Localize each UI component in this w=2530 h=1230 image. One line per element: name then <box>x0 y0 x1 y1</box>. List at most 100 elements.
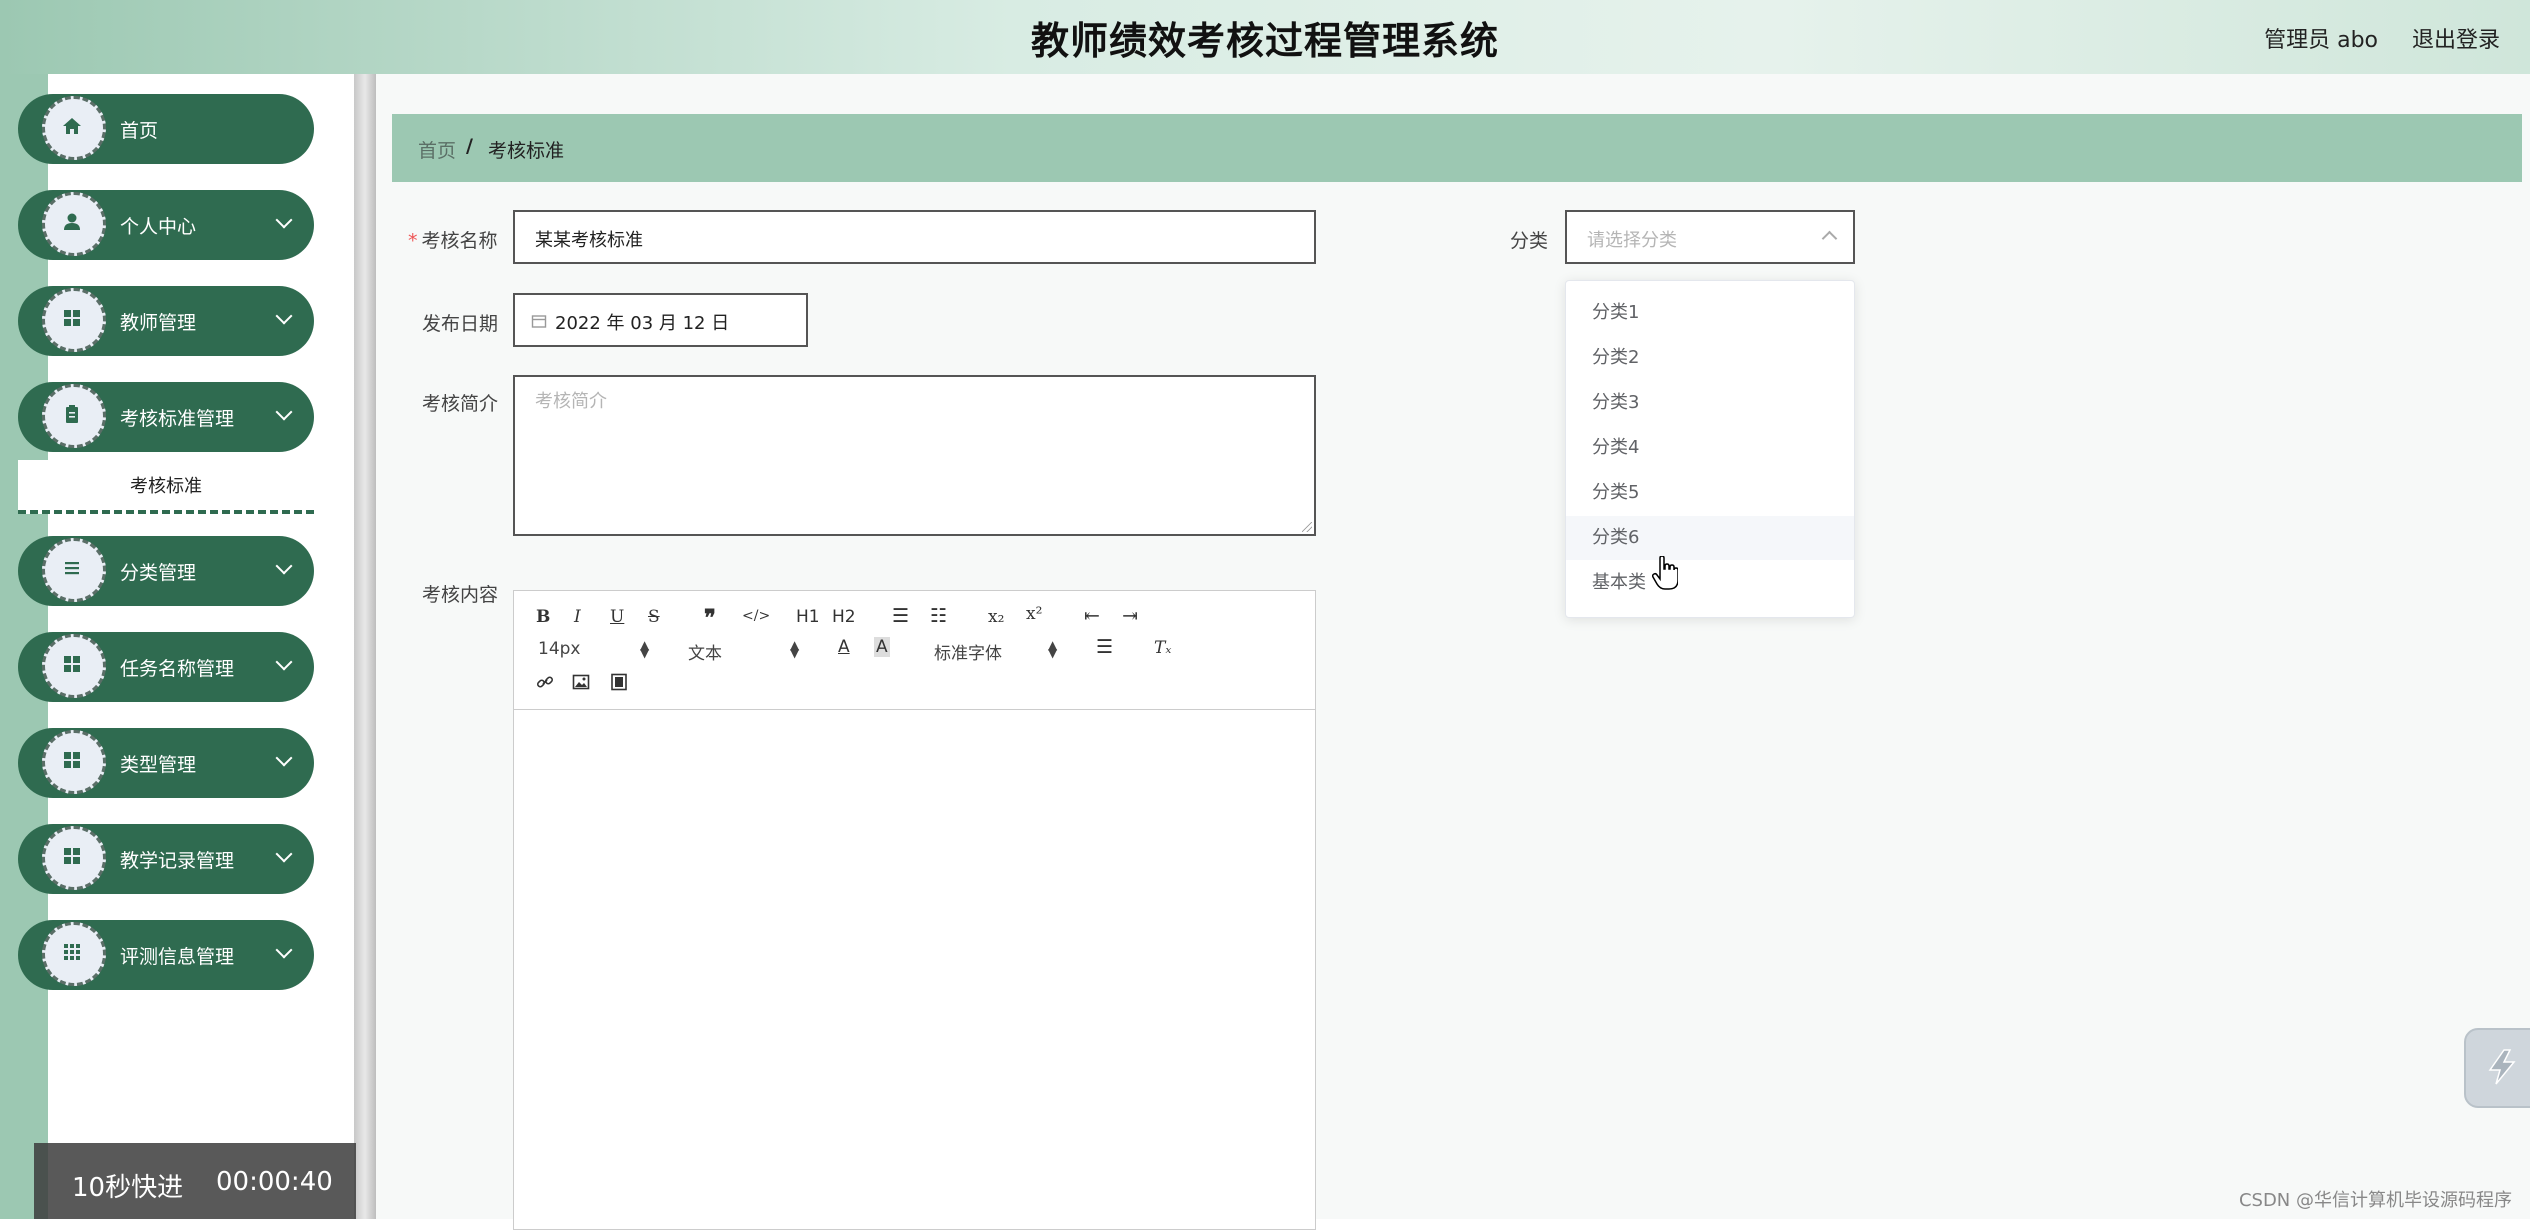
chevron-down-icon <box>275 845 293 863</box>
required-mark: * <box>408 230 418 252</box>
apps-icon <box>42 922 106 986</box>
chevron-down-icon <box>275 653 293 671</box>
grid-icon <box>42 634 106 698</box>
current-user-label: 管理员 abo <box>2264 28 2378 53</box>
background-color-icon[interactable]: A <box>874 637 890 657</box>
sidebar-item-profile[interactable]: 个人中心 <box>18 190 314 260</box>
fast-forward-button[interactable]: 10秒快进 <box>72 1167 183 1204</box>
dropdown-option[interactable]: 分类3 <box>1566 381 1854 425</box>
category-select[interactable]: 请选择分类 <box>1565 210 1855 264</box>
grid-icon <box>42 288 106 352</box>
home-icon <box>42 96 106 160</box>
intro-textarea[interactable]: 考核简介 <box>513 375 1316 536</box>
sidebar-item-tasks[interactable]: 任务名称管理 <box>18 632 314 702</box>
sidebar-item-label: 个人中心 <box>120 216 197 238</box>
clipboard-icon <box>42 384 106 448</box>
dropdown-option[interactable]: 分类1 <box>1566 291 1854 335</box>
watermark-text: CSDN @华信计算机毕设源码程序 <box>2238 1190 2512 1211</box>
sidebar-item-teachers[interactable]: 教师管理 <box>18 286 314 356</box>
date-field-label: 发布日期 <box>422 313 499 335</box>
select-arrows-icon: ▲ ▼ <box>1048 638 1058 660</box>
intro-field-label: 考核简介 <box>422 393 499 415</box>
subscript-icon[interactable]: x₂ <box>988 607 1004 627</box>
logout-link[interactable]: 退出登录 <box>2412 22 2500 54</box>
font-family-select[interactable]: 标准字体 <box>934 639 1002 664</box>
submenu-item-label: 考核标准 <box>130 476 202 497</box>
user-icon <box>42 192 106 256</box>
sidebar-item-categories[interactable]: 分类管理 <box>18 536 314 606</box>
sidebar-item-teaching-records[interactable]: 教学记录管理 <box>18 824 314 894</box>
grid-icon <box>42 730 106 794</box>
name-input[interactable]: 某某考核标准 <box>513 210 1316 264</box>
breadcrumb-home-link[interactable]: 首页 <box>418 136 456 163</box>
h1-icon[interactable]: H1 <box>796 607 820 627</box>
chevron-down-icon <box>275 211 293 229</box>
video-overlay-bar: 10秒快进 00:00:40 <box>34 1143 356 1219</box>
list-icon <box>42 538 106 602</box>
grid-icon <box>42 826 106 890</box>
chevron-down-icon <box>275 941 293 959</box>
breadcrumb-separator: / <box>466 135 473 157</box>
breadcrumb: 首页 / 考核标准 <box>392 114 2522 182</box>
bold-icon[interactable]: B <box>536 607 550 627</box>
top-header: 教师绩效考核过程管理系统 管理员 abo 退出登录 <box>0 0 2530 74</box>
dropdown-option[interactable]: 分类2 <box>1566 336 1854 380</box>
dropdown-option[interactable]: 分类6 <box>1566 516 1854 560</box>
video-icon[interactable] <box>610 673 628 691</box>
sidebar-item-label: 教师管理 <box>120 312 197 334</box>
editor-content-area[interactable] <box>514 709 1315 1229</box>
sidebar-item-label: 分类管理 <box>120 562 197 584</box>
image-icon[interactable] <box>572 673 590 691</box>
italic-icon[interactable]: I <box>574 607 581 627</box>
strike-icon[interactable]: S <box>648 607 660 627</box>
intro-placeholder: 考核简介 <box>535 391 607 412</box>
chevron-down-icon <box>275 749 293 767</box>
sidebar-item-evaluations[interactable]: 评测信息管理 <box>18 920 314 990</box>
date-input[interactable]: 2022 年 03 月 12 日 <box>513 293 808 347</box>
dropdown-option[interactable]: 分类5 <box>1566 471 1854 515</box>
underline-icon[interactable]: U <box>610 607 624 627</box>
sidebar-item-standards[interactable]: 考核标准管理 <box>18 382 314 452</box>
superscript-icon[interactable]: x² <box>1026 604 1042 624</box>
content-field-label: 考核内容 <box>422 584 499 606</box>
resize-handle[interactable] <box>1302 522 1312 532</box>
sidebar-scrollbar[interactable] <box>354 74 376 1219</box>
name-input-value: 某某考核标准 <box>535 230 643 251</box>
blockquote-icon[interactable]: ❞ <box>704 605 716 631</box>
h2-icon[interactable]: H2 <box>832 607 856 627</box>
sidebar-item-label: 首页 <box>120 120 159 142</box>
align-icon[interactable]: ☰ <box>1096 636 1113 658</box>
sidebar-item-home[interactable]: 首页 <box>18 94 314 164</box>
clean-format-icon[interactable]: Tₓ <box>1154 638 1171 658</box>
sidebar-item-types[interactable]: 类型管理 <box>18 728 314 798</box>
select-arrows-icon: ▲ ▼ <box>640 638 650 660</box>
floating-action-button[interactable] <box>2464 1028 2530 1108</box>
category-field-label: 分类 <box>1510 230 1549 252</box>
ordered-list-icon[interactable]: ☰ <box>892 605 909 627</box>
name-field-label: * 考核名称 <box>408 226 498 253</box>
dropdown-option[interactable]: 分类4 <box>1566 426 1854 470</box>
sidebar-item-label: 任务名称管理 <box>120 658 235 680</box>
sidebar-item-label: 评测信息管理 <box>120 946 235 968</box>
breadcrumb-current: 考核标准 <box>488 140 565 162</box>
sidebar-item-label: 教学记录管理 <box>120 850 235 872</box>
select-arrows-icon: ▲ ▼ <box>790 638 800 660</box>
outdent-icon[interactable]: ⇤ <box>1084 605 1100 627</box>
submenu-item-standards[interactable]: 考核标准 <box>18 460 314 514</box>
lightning-icon <box>2488 1049 2516 1085</box>
hand-cursor-icon <box>1652 556 1678 590</box>
indent-icon[interactable]: ⇥ <box>1122 605 1138 627</box>
paragraph-select[interactable]: 文本 <box>688 639 722 664</box>
bullet-list-icon[interactable]: ☷ <box>930 605 947 627</box>
chevron-down-icon <box>275 307 293 325</box>
code-block-icon[interactable]: </> <box>742 608 770 624</box>
font-size-select[interactable]: 14px <box>538 639 580 659</box>
font-color-icon[interactable]: A <box>838 637 850 657</box>
chevron-down-icon <box>275 557 293 575</box>
name-label-text: 考核名称 <box>421 230 498 252</box>
dropdown-option[interactable]: 基本类 <box>1566 561 1854 605</box>
chevron-up-icon <box>1821 230 1838 247</box>
calendar-icon <box>531 315 547 328</box>
link-icon[interactable] <box>536 673 554 691</box>
rich-text-editor[interactable]: B I U S ❞ </> H1 H2 ☰ ☷ x₂ x² ⇤ ⇥ 14px ▲… <box>513 590 1316 1230</box>
